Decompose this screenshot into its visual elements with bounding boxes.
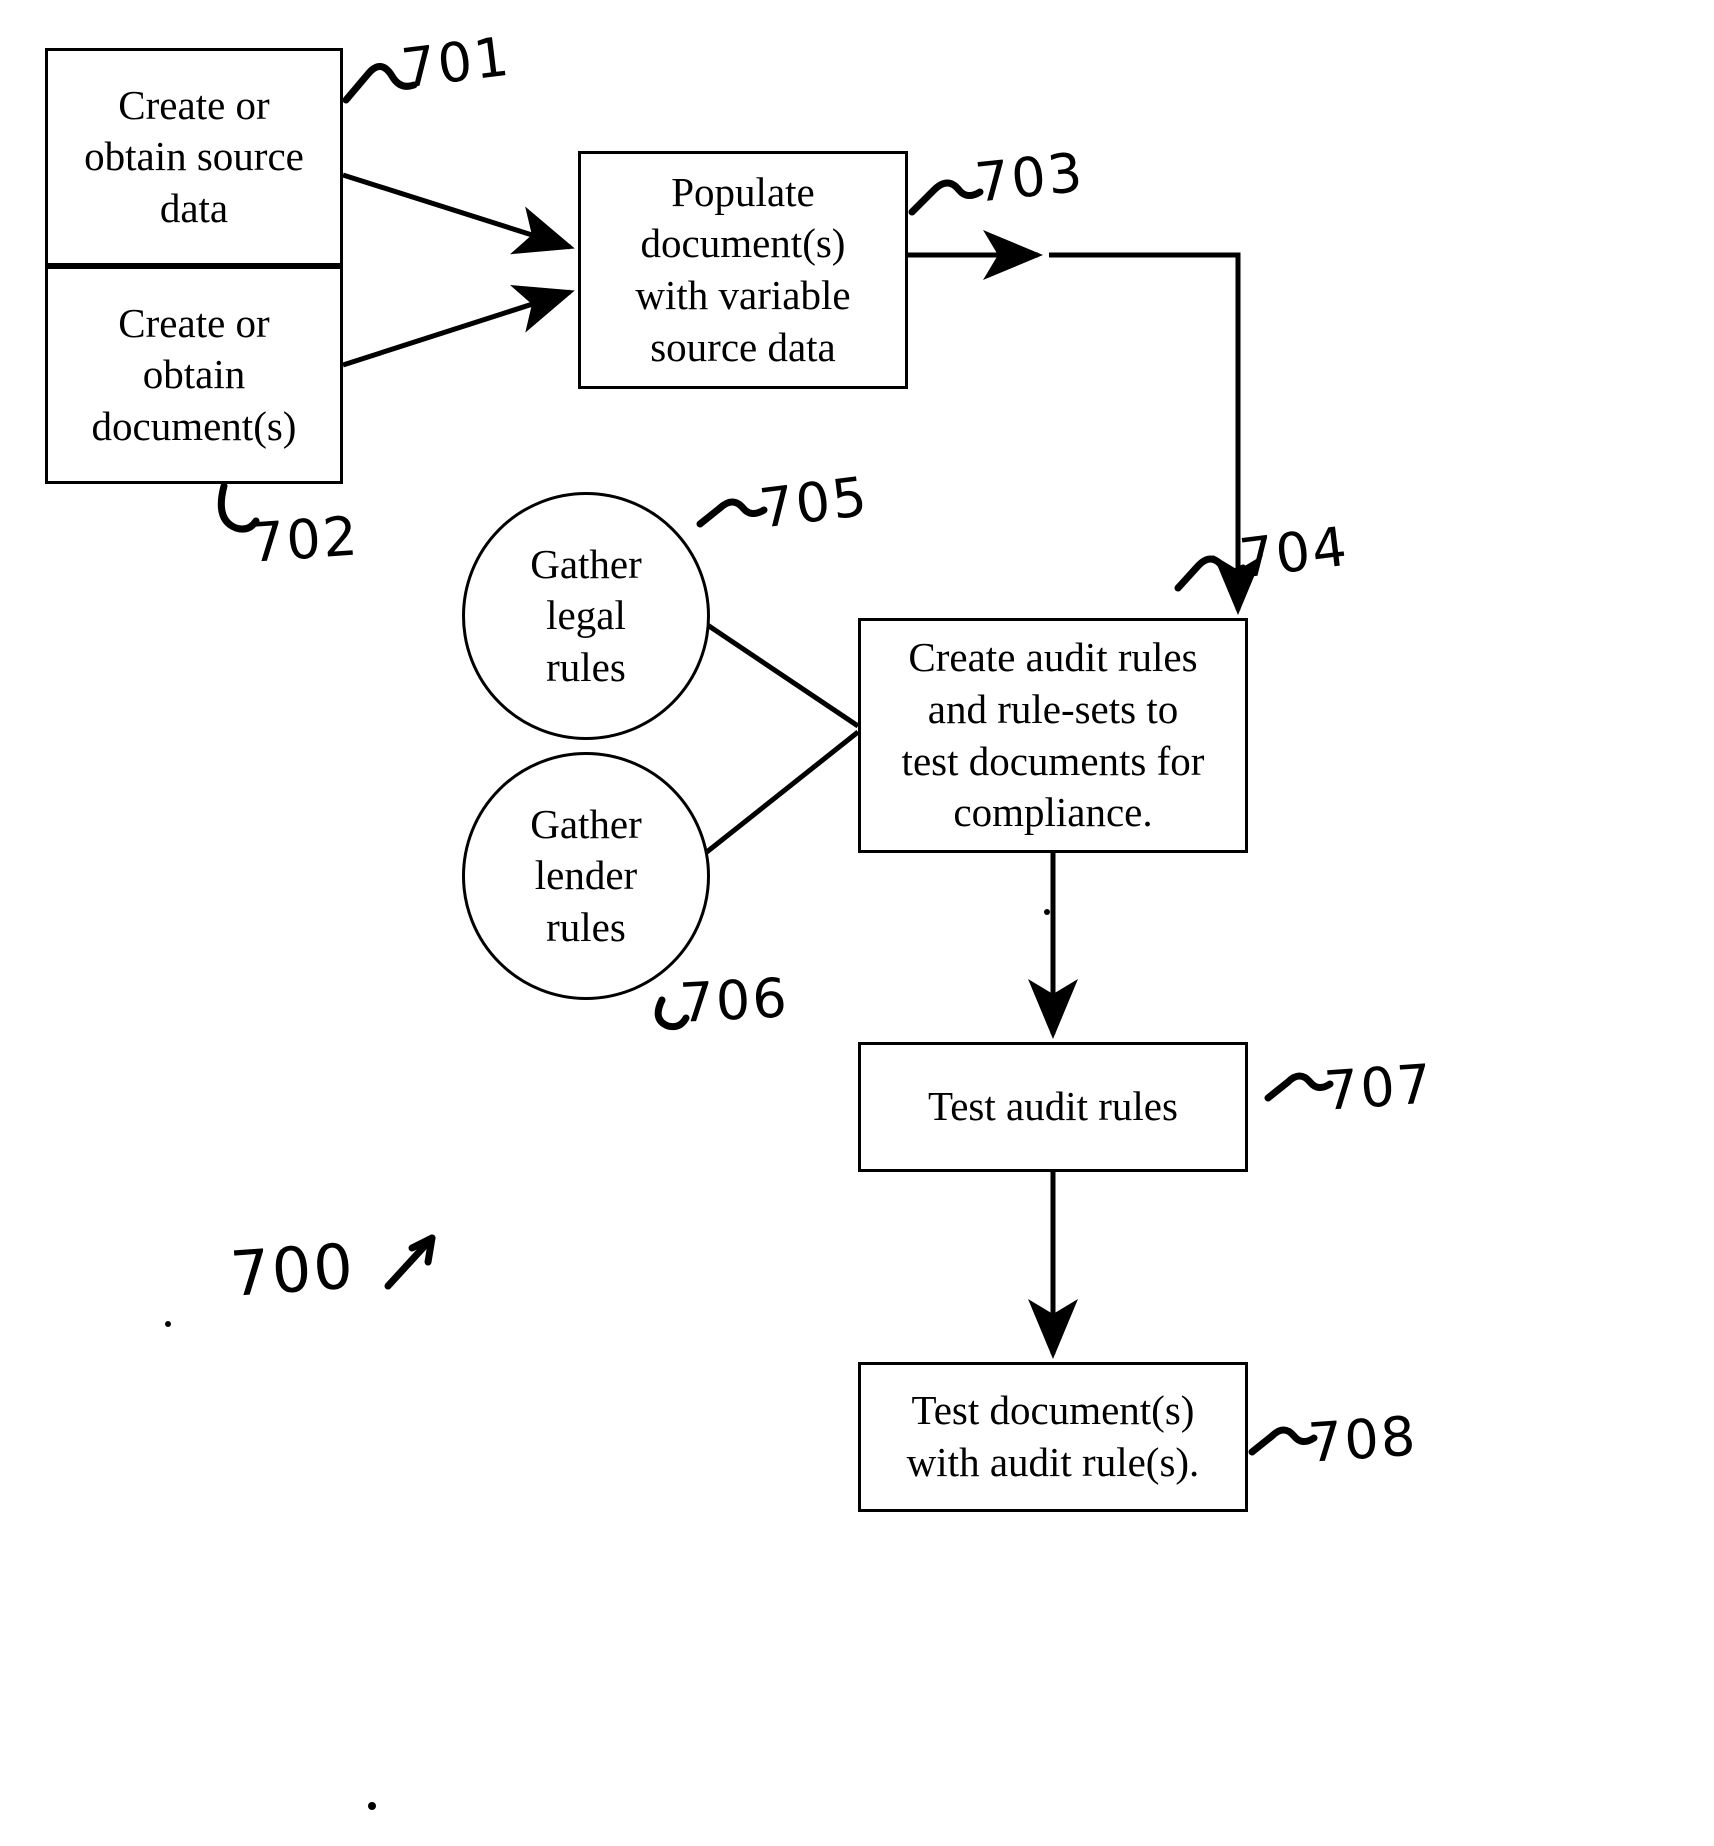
- process-box-create-documents[interactable]: Create or obtain document(s): [45, 266, 343, 484]
- process-box-test-documents[interactable]: Test document(s) with audit rule(s).: [858, 1362, 1248, 1512]
- box-702-label: Create or obtain document(s): [91, 299, 297, 449]
- process-box-create-audit-rules[interactable]: Create audit rules and rule-sets to test…: [858, 618, 1248, 853]
- process-circle-gather-legal-rules[interactable]: Gather legal rules: [462, 492, 710, 740]
- circle-705-label: Gather legal rules: [530, 540, 642, 690]
- reference-numeral-704: 704: [1236, 514, 1352, 591]
- box-708-label: Test document(s) with audit rule(s).: [906, 1387, 1200, 1485]
- box-707-label: Test audit rules: [928, 1083, 1178, 1130]
- lead-line-705: [696, 498, 768, 528]
- circle-706-label: Gather lender rules: [530, 800, 642, 950]
- scan-artifact-dot-3: [165, 1321, 171, 1327]
- connector-702-to-703: [342, 285, 575, 368]
- lead-line-707: [1264, 1072, 1334, 1102]
- reference-numeral-701: 701: [398, 24, 514, 101]
- reference-numeral-703: 703: [972, 140, 1088, 215]
- box-701-label: Create or obtain source data: [84, 81, 304, 231]
- connector-701-to-703: [342, 172, 575, 255]
- box-704-label: Create audit rules and rule-sets to test…: [901, 634, 1205, 836]
- reference-numeral-705: 705: [756, 464, 872, 541]
- connector-706-to-704: [701, 730, 860, 857]
- connector-705-to-704: [698, 617, 860, 729]
- lead-line-708: [1248, 1426, 1318, 1456]
- process-box-create-source-data[interactable]: Create or obtain source data: [45, 48, 343, 266]
- figure-canvas: Create or obtain source data Create or o…: [0, 0, 1714, 1846]
- process-box-test-audit-rules[interactable]: Test audit rules: [858, 1042, 1248, 1172]
- scan-artifact-dot-4: [368, 1802, 376, 1810]
- lead-line-703: [908, 179, 984, 216]
- process-box-populate-documents[interactable]: Populate document(s) with variable sourc…: [578, 151, 908, 389]
- reference-numeral-708: 708: [1306, 1404, 1420, 1475]
- reference-numeral-707: 707: [1322, 1052, 1436, 1123]
- reference-numeral-706: 706: [678, 966, 791, 1035]
- reference-numeral-702: 702: [248, 504, 362, 575]
- box-703-label: Populate document(s) with variable sourc…: [635, 168, 851, 370]
- process-circle-gather-lender-rules[interactable]: Gather lender rules: [462, 752, 710, 1000]
- lead-line-704: [1174, 555, 1247, 592]
- reference-numeral-700: 700: [228, 1229, 358, 1311]
- scan-artifact-dot-2: [1044, 909, 1050, 915]
